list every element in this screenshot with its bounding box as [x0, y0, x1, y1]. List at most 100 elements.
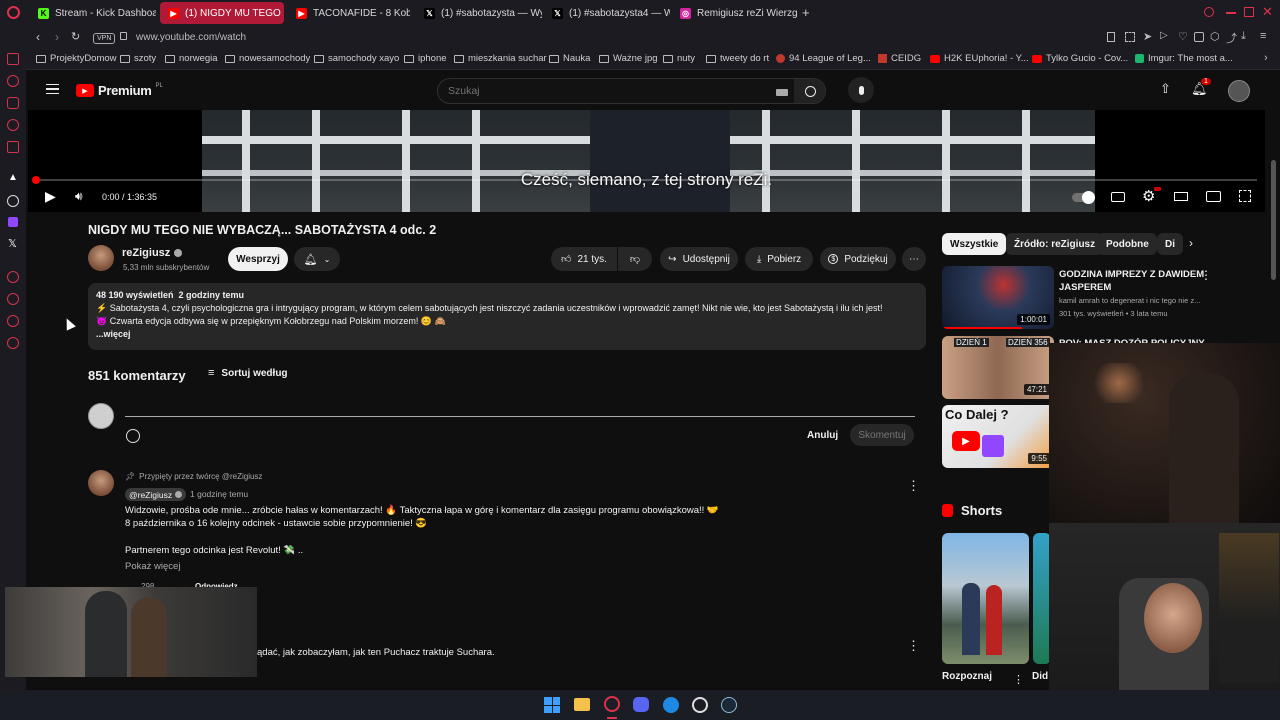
tab-x-sabotazysta4[interactable]: 𝕏 (1) #sabotazysta4 — Wys [544, 2, 670, 24]
tab-kick-dashboard[interactable]: K Stream - Kick Dashboard [30, 2, 156, 24]
thanks-button[interactable]: $ Podziękuj [820, 247, 896, 271]
autoplay-toggle[interactable] [1072, 191, 1095, 204]
vpn-badge[interactable]: VPN [93, 33, 116, 44]
subscribed-bell-button[interactable]: 🔔︎ ⌄ [294, 247, 340, 271]
minimize-icon[interactable] [1226, 12, 1236, 14]
progress-bar-track[interactable] [36, 179, 1257, 181]
share-button[interactable]: ↪ Udostępnij [660, 247, 738, 271]
more-bookmarks-icon[interactable]: › [1264, 52, 1268, 64]
sort-comments-button[interactable]: ≡ Sortuj według [208, 367, 288, 379]
channel-avatar[interactable] [88, 245, 114, 271]
bookmark-league[interactable]: 94 League of Leg... [776, 53, 871, 64]
steam-icon[interactable] [721, 697, 737, 713]
bookmark-folder[interactable]: ProjektyDomow [36, 53, 117, 64]
show-more-link[interactable]: Pokaż więcej [125, 561, 180, 572]
sidebar-kick-icon[interactable]: ▲ [8, 172, 18, 183]
sidebar-messenger-icon[interactable] [7, 119, 19, 131]
description-more-link[interactable]: ...więcej [96, 329, 131, 339]
bookmark-page-icon[interactable] [1107, 32, 1115, 42]
recommended-title-line-2[interactable]: JASPEREM [1059, 282, 1111, 293]
chip-related[interactable]: Podobne [1098, 233, 1157, 255]
hamburger-menu-icon[interactable] [46, 84, 59, 94]
sidebar-tv-icon[interactable] [7, 141, 19, 153]
search-input[interactable] [438, 79, 778, 103]
bookmark-folder[interactable]: nowesamochody [225, 53, 310, 64]
back-icon[interactable]: ‹ [36, 30, 40, 44]
progress-scrubber[interactable] [32, 176, 40, 184]
sidebar-twitch-icon[interactable] [8, 217, 18, 227]
bookmark-folder[interactable]: samochody xayo [314, 53, 399, 64]
chips-next-icon[interactable]: › [1189, 236, 1193, 250]
bookmark-ceidg[interactable]: CEIDG [878, 53, 921, 64]
tab-instagram[interactable]: ◎ Remigiusz reZi Wierzgoń [672, 2, 798, 24]
menu-lines-icon[interactable]: ≡ [1260, 30, 1266, 42]
short-options-icon[interactable]: ⋮ [1013, 673, 1024, 686]
like-button[interactable]: 👍︎ 21 tys. [551, 247, 617, 271]
heart-icon[interactable]: ♡ [1178, 30, 1188, 43]
share-icon[interactable]: ⤴ [1226, 30, 1237, 46]
bookmark-folder[interactable]: mieszkania suchar [454, 53, 547, 64]
voice-search-button[interactable] [848, 77, 874, 103]
close-window-icon[interactable]: ✕ [1262, 4, 1273, 20]
send-icon[interactable]: ➤ [1143, 30, 1152, 43]
sidebar-extensions-icon[interactable] [7, 315, 19, 327]
more-actions-button[interactable]: ⋯ [902, 247, 926, 271]
search-button[interactable] [794, 79, 825, 103]
url-field[interactable]: www.youtube.com/watch [136, 32, 246, 43]
sidebar-settings-icon[interactable] [7, 195, 19, 207]
recommended-thumbnail[interactable]: Co Dalej ? ▶ 9:55 [942, 405, 1054, 468]
opera-logo-icon[interactable] [7, 6, 20, 19]
short-title[interactable]: Did [1032, 671, 1048, 682]
discord-icon[interactable] [633, 697, 649, 712]
recommended-thumbnail[interactable]: 1:00:01 [942, 266, 1054, 329]
sidebar-bag-icon[interactable] [7, 97, 19, 109]
youtube-logo[interactable]: ▶ Premium PL [76, 83, 163, 98]
reload-icon[interactable]: ↻ [71, 30, 80, 43]
second-comment-options-icon[interactable]: ⋮ [907, 638, 920, 654]
bookmark-folder[interactable]: szoty [120, 53, 156, 64]
download-icon[interactable]: ⤓ [1241, 30, 1246, 43]
channel-name[interactable]: reZigiusz [122, 247, 183, 259]
sidebar-player-icon[interactable] [7, 271, 19, 283]
play-button[interactable]: ▶ [45, 188, 56, 205]
comment-options-icon[interactable]: ⋮ [907, 478, 920, 494]
pinned-comment-avatar[interactable] [88, 470, 114, 496]
search-tabs-icon[interactable] [1204, 7, 1214, 17]
bookmark-folder[interactable]: norwegia [165, 53, 218, 64]
bookmark-gucio[interactable]: Tylko Gucio - Cov... [1032, 53, 1128, 64]
chip-more[interactable]: Di [1157, 233, 1183, 255]
sidebar-gear-icon[interactable] [7, 337, 19, 349]
dislike-button[interactable]: 👎︎ [618, 247, 652, 271]
sidebar-history-icon[interactable] [7, 293, 19, 305]
upload-icon[interactable]: ⇧ [1160, 81, 1171, 97]
sidebar-x-icon[interactable]: 𝕏 [8, 237, 17, 250]
description-box[interactable]: 48 190 wyświetleń 2 godziny temu ⚡ Sabot… [88, 283, 926, 350]
bookmark-folder[interactable]: tweety do rt [706, 53, 769, 64]
chip-all[interactable]: Wszystkie [942, 233, 1007, 255]
fullscreen-icon[interactable] [1239, 190, 1251, 202]
cancel-comment-button[interactable]: Anuluj [807, 430, 838, 441]
keyboard-icon[interactable] [776, 89, 788, 96]
subtitles-icon[interactable] [1111, 192, 1125, 202]
video-player[interactable]: Cześć, siemano, z tej strony reZi. ▶ 🔊︎ … [28, 110, 1265, 212]
bookmark-folder[interactable]: nuty [663, 53, 695, 64]
sidebar-home-icon[interactable] [7, 53, 19, 65]
page-scrollbar[interactable] [1271, 160, 1276, 280]
player-icon[interactable]: ▷ [1160, 30, 1168, 41]
bookmark-folder[interactable]: Nauka [549, 53, 590, 64]
wallet-icon[interactable] [1194, 32, 1204, 42]
support-button[interactable]: Wesprzyj [228, 247, 288, 271]
snapshot-icon[interactable] [1125, 32, 1135, 42]
new-tab-button[interactable]: + [802, 5, 810, 20]
recommended-options-icon[interactable]: ⋮ [1200, 268, 1212, 282]
short-title[interactable]: Rozpoznaj [942, 671, 992, 682]
account-avatar[interactable] [1228, 80, 1250, 102]
volume-icon[interactable]: 🔊︎ [75, 189, 83, 204]
forward-icon[interactable]: › [55, 30, 59, 44]
start-windows-icon[interactable] [544, 697, 560, 713]
file-explorer-icon[interactable] [574, 698, 590, 711]
recommended-title-line-1[interactable]: GODZINA IMPREZY Z DAWIDEM [1059, 269, 1204, 280]
obs-icon[interactable] [692, 697, 708, 713]
extensions-icon[interactable]: ⬡ [1210, 30, 1220, 43]
comment-input[interactable] [125, 416, 915, 417]
